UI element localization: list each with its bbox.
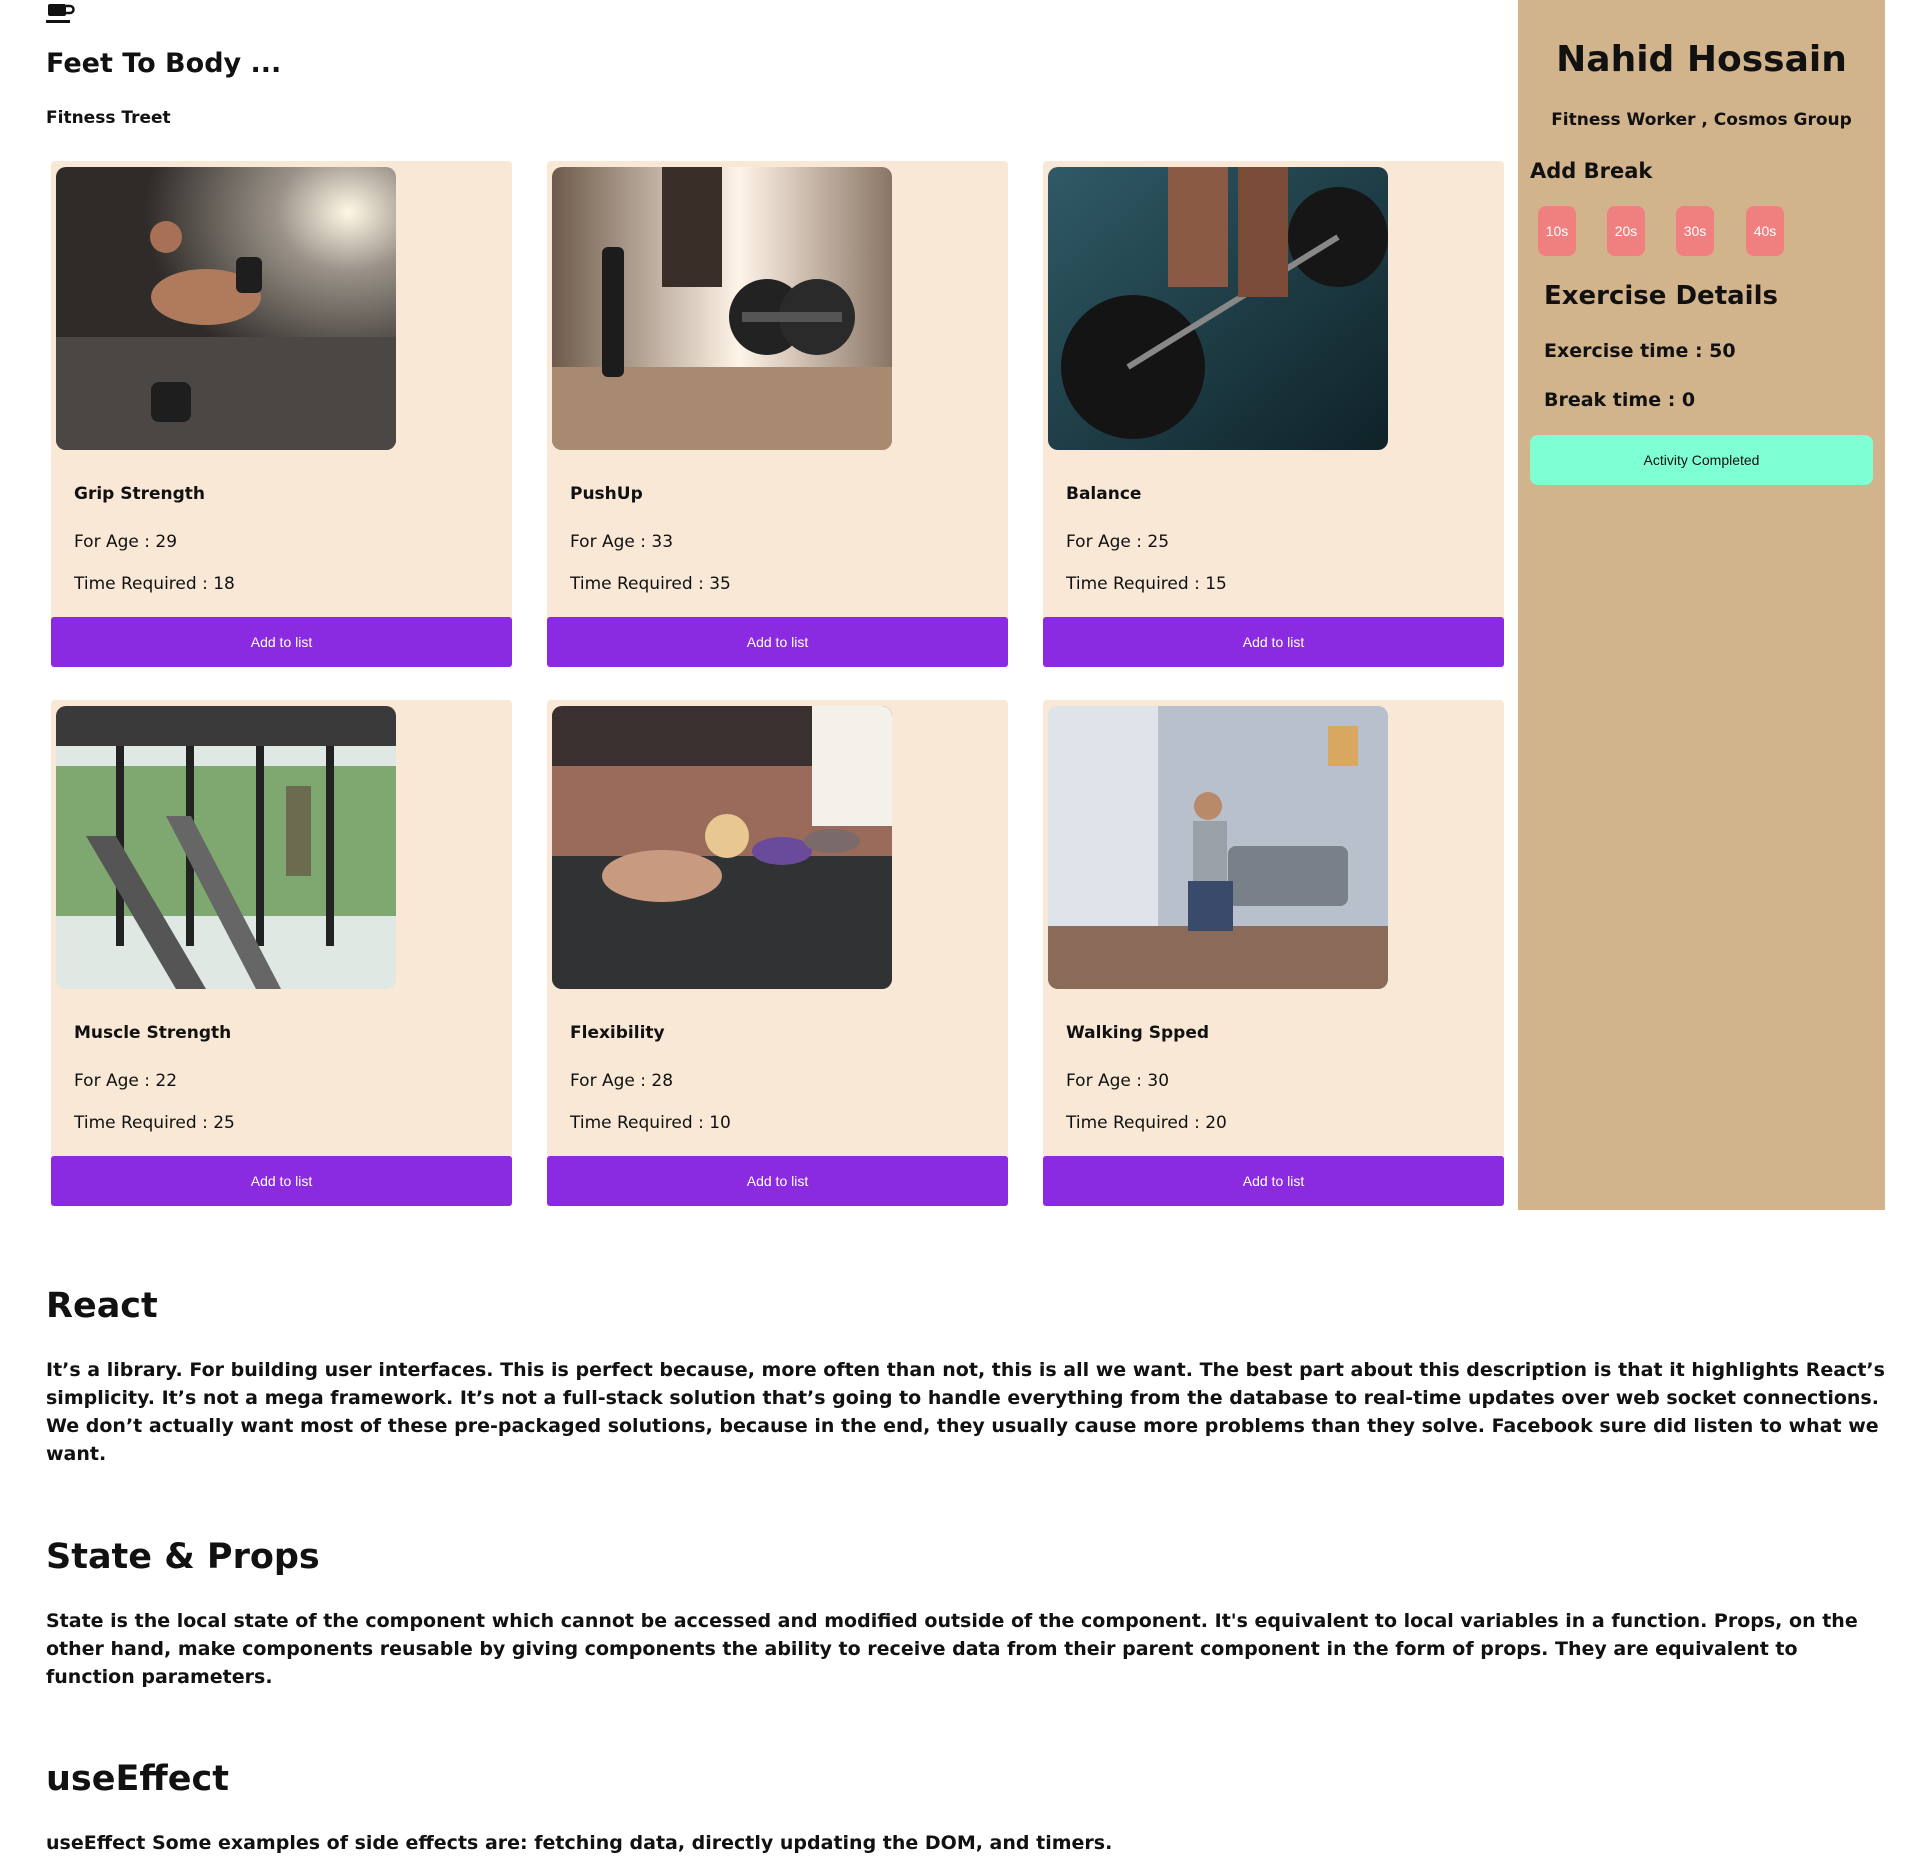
exercise-card: Balance For Age : 25 Time Required : 15 … — [1043, 161, 1504, 667]
exercise-age: For Age : 28 — [570, 1071, 674, 1091]
exercise-time-required: Time Required : 15 — [1066, 574, 1227, 594]
break-30s-button[interactable]: 30s — [1676, 206, 1714, 256]
break-40s-button[interactable]: 40s — [1746, 206, 1784, 256]
exercise-time-required: Time Required : 25 — [74, 1113, 235, 1133]
add-break-heading: Add Break — [1530, 159, 1653, 183]
sidebar: Nahid Hossain Fitness Worker , Cosmos Gr… — [1518, 0, 1885, 1210]
home-lunge-photo — [1048, 706, 1388, 989]
qa-body-react: It’s a library. For building user interf… — [46, 1359, 1885, 1465]
add-to-list-button[interactable]: Add to list — [51, 1156, 512, 1206]
add-to-list-button[interactable]: Add to list — [1043, 617, 1504, 667]
group-pushup-photo — [552, 706, 892, 989]
treadmill-gym-photo — [56, 706, 396, 989]
site-title: Feet To Body ... — [46, 48, 282, 79]
exercise-time-required: Time Required : 10 — [570, 1113, 731, 1133]
exercise-age: For Age : 33 — [570, 532, 674, 552]
exercise-name: PushUp — [570, 484, 643, 504]
main-content: Feet To Body ... Fitness Treet Grip Stre… — [0, 0, 1518, 1210]
break-20s-button[interactable]: 20s — [1607, 206, 1645, 256]
qa-body-useeffect: useEffect Some examples of side effects … — [46, 1832, 1113, 1854]
man-dumbbell-plank-photo — [56, 167, 396, 450]
exercise-card: Flexibility For Age : 28 Time Required :… — [547, 700, 1008, 1206]
add-to-list-button[interactable]: Add to list — [51, 617, 512, 667]
site-subtitle: Fitness Treet — [46, 108, 171, 128]
break-time-value: Break time : 0 — [1544, 389, 1696, 411]
exercise-name: Balance — [1066, 484, 1142, 504]
profile-role: Fitness Worker , Cosmos Group — [1551, 110, 1852, 130]
dumbbells-floor-photo — [552, 167, 892, 450]
exercise-card: Walking Spped For Age : 30 Time Required… — [1043, 700, 1504, 1206]
qa-title-useeffect: useEffect — [46, 1759, 229, 1799]
exercise-age: For Age : 30 — [1066, 1071, 1170, 1091]
exercise-time-required: Time Required : 20 — [1066, 1113, 1227, 1133]
add-to-list-button[interactable]: Add to list — [547, 617, 1008, 667]
exercise-time-value: Exercise time : 50 — [1544, 340, 1736, 362]
exercise-name: Walking Spped — [1066, 1023, 1210, 1043]
qa-title-react: React — [46, 1286, 158, 1326]
coffee-cup-icon — [46, 1, 76, 25]
exercise-card: Grip Strength For Age : 29 Time Required… — [51, 161, 512, 667]
exercise-age: For Age : 22 — [74, 1071, 178, 1091]
qa-title-state-props: State & Props — [46, 1537, 320, 1577]
qa-body-state-props: State is the local state of the componen… — [46, 1610, 1858, 1688]
exercise-time-required: Time Required : 35 — [570, 574, 731, 594]
exercise-details-heading: Exercise Details — [1544, 281, 1778, 311]
exercise-card: Muscle Strength For Age : 22 Time Requir… — [51, 700, 512, 1206]
barbell-deadlift-photo — [1048, 167, 1388, 450]
break-10s-button[interactable]: 10s — [1538, 206, 1576, 256]
exercise-card: PushUp For Age : 33 Time Required : 35 A… — [547, 161, 1008, 667]
exercise-name: Muscle Strength — [74, 1023, 232, 1043]
add-to-list-button[interactable]: Add to list — [1043, 1156, 1504, 1206]
activity-completed-button[interactable]: Activity Completed — [1530, 435, 1873, 485]
add-to-list-button[interactable]: Add to list — [547, 1156, 1008, 1206]
exercise-age: For Age : 29 — [74, 532, 178, 552]
exercise-age: For Age : 25 — [1066, 532, 1170, 552]
exercise-time-required: Time Required : 18 — [74, 574, 235, 594]
exercise-name: Grip Strength — [74, 484, 206, 504]
profile-name: Nahid Hossain — [1556, 39, 1847, 80]
exercise-name: Flexibility — [570, 1023, 665, 1043]
